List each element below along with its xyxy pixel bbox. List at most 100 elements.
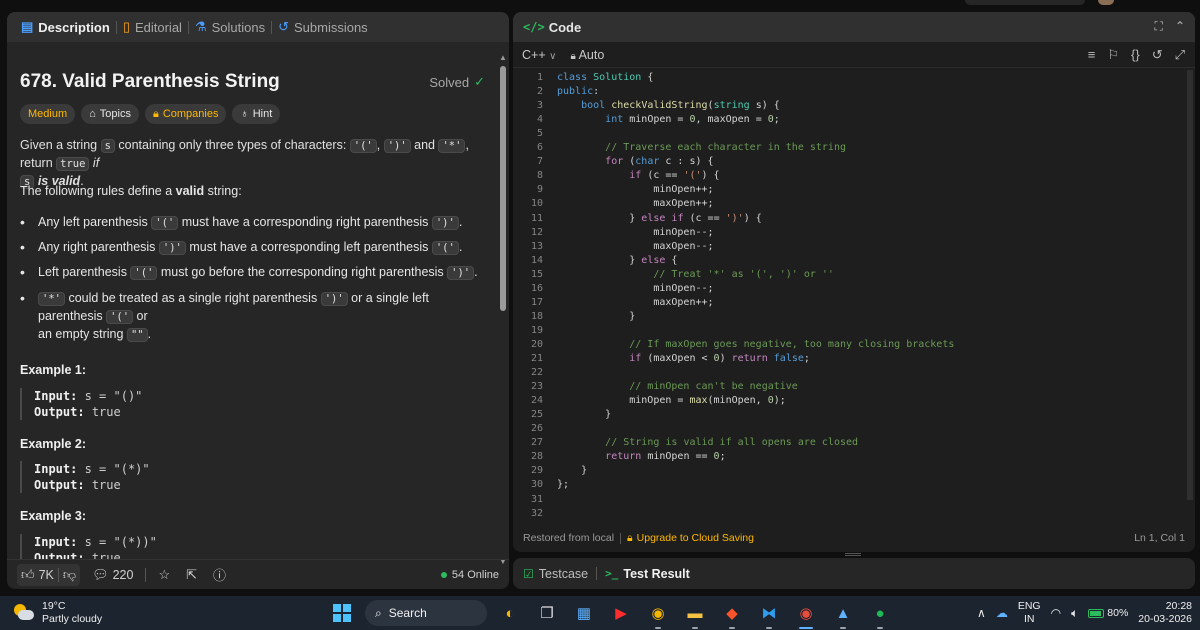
cursor-position: Ln 1, Col 1 — [1134, 532, 1185, 544]
chevron-down-icon: ∨ — [549, 50, 557, 62]
battery-indicator[interactable]: 80% — [1088, 607, 1128, 619]
code-line[interactable]: 14 } else { — [513, 254, 1173, 268]
code-line[interactable]: 10 maxOpen++; — [513, 197, 1173, 211]
task-view-app[interactable]: ❐ — [533, 599, 561, 627]
tab-test-result[interactable]: >_ Test Result — [605, 567, 690, 581]
scrollbar-thumb[interactable] — [500, 66, 506, 311]
code-line[interactable]: 27 // String is valid if all opens are c… — [513, 436, 1173, 450]
tab-description[interactable]: ▤ Description — [15, 12, 116, 42]
language-select[interactable]: C++ ∨ — [522, 48, 556, 62]
code-editor[interactable]: 1 class Solution {2 public: 3 bool checkVal… — [513, 70, 1183, 516]
code-line[interactable]: 21 if (maxOpen < 0) return false; — [513, 352, 1173, 366]
companies-chip[interactable]: 🔒︎ Companies — [144, 104, 227, 124]
format-icon[interactable]: ≡ — [1088, 47, 1096, 63]
code-line[interactable]: 16 minOpen--; — [513, 282, 1173, 296]
dislike-button[interactable]: 👎︎ — [59, 564, 80, 586]
hint-chip[interactable]: ♁ Hint — [232, 104, 281, 124]
chrome-app[interactable]: ◉ — [644, 599, 672, 629]
brave-app[interactable]: ◆ — [718, 599, 746, 629]
code-line[interactable]: 13 maxOpen--; — [513, 240, 1173, 254]
bookmark-icon[interactable]: ⚐ — [1107, 47, 1119, 63]
file-explorer-app[interactable]: ▬ — [681, 599, 709, 629]
scrollbar-thumb[interactable] — [1187, 70, 1193, 500]
code-line[interactable]: 4 int minOpen = 0, maxOpen = 0; — [513, 113, 1173, 127]
topics-chip[interactable]: ⌂ Topics — [81, 104, 139, 124]
youtube-app[interactable]: ▶ — [607, 599, 635, 627]
chrome-profile-app[interactable]: ◉ — [792, 599, 820, 629]
code-line[interactable]: 5 — [513, 127, 1173, 141]
weather-widget[interactable]: 19°C Partly cloudy — [12, 600, 102, 626]
code-line[interactable]: 19 — [513, 324, 1173, 338]
text: valid — [175, 184, 205, 198]
code-line[interactable]: 32 — [513, 507, 1173, 516]
avatar[interactable] — [1098, 0, 1114, 5]
collapse-chevron-icon[interactable]: ⌃ — [1175, 19, 1185, 34]
code-line[interactable]: 8 if (c == '(') { — [513, 169, 1173, 183]
code-line[interactable]: 12 minOpen--; — [513, 226, 1173, 240]
inline-code: '(' — [106, 310, 134, 324]
autocomplete-toggle[interactable]: 🔒︎ Auto — [570, 48, 604, 62]
upgrade-link[interactable]: 🔒︎ Upgrade to Cloud Saving — [627, 532, 754, 545]
code-line[interactable]: 26 — [513, 422, 1173, 436]
description-scrollbar[interactable]: ▲ ▼ — [499, 54, 507, 566]
vscode-app[interactable]: ⧓ — [755, 599, 783, 629]
autosave-label: Auto — [578, 47, 605, 62]
clock[interactable]: 20:28 20-03-2026 — [1138, 600, 1192, 626]
font-app[interactable]: ▲ — [829, 599, 857, 629]
text: Input: — [34, 389, 78, 403]
reset-icon[interactable]: ↺ — [1152, 47, 1163, 63]
widgets-app[interactable]: ◐ — [496, 599, 524, 627]
spotify-app[interactable]: ● — [866, 599, 894, 629]
code-line[interactable]: 29 } — [513, 464, 1173, 478]
code-line[interactable]: 15 // Treat '*' as '(', ')' or '' — [513, 268, 1173, 282]
comments-button[interactable]: 💬︎ 220 — [88, 564, 137, 586]
code-line[interactable]: 1 class Solution { — [513, 71, 1173, 85]
maximize-icon[interactable]: ⛶ — [1155, 19, 1163, 34]
fullscreen-icon[interactable]: ⤢ — [1175, 47, 1185, 63]
favorite-button[interactable]: ☆ — [154, 564, 174, 586]
code-line[interactable]: 20 // If maxOpen goes negative, too many… — [513, 338, 1173, 352]
editor-scrollbar[interactable] — [1185, 70, 1193, 516]
code-line[interactable]: 18 } — [513, 310, 1173, 324]
code-line[interactable]: 28 return minOpen == 0; — [513, 450, 1173, 464]
example-box: Input: s = "(*)" Output: true — [20, 461, 482, 493]
code-line[interactable]: 3 bool checkValidString(string s) { — [513, 99, 1173, 113]
cloud-sync-icon[interactable]: ☁ — [996, 606, 1008, 620]
code-line[interactable]: 24 minOpen = max(minOpen, 0); — [513, 394, 1173, 408]
tab-submissions[interactable]: ↺ Submissions — [272, 12, 374, 42]
scroll-up-arrow-icon[interactable]: ▲ — [499, 54, 507, 62]
code-line[interactable]: 23 // minOpen can't be negative — [513, 380, 1173, 394]
tab-testcase[interactable]: ☑ Testcase — [523, 567, 588, 581]
language-indicator[interactable]: ENG IN — [1018, 600, 1041, 626]
code-line[interactable]: 7 for (char c : s) { — [513, 155, 1173, 169]
tab-editorial[interactable]: ▯ Editorial — [117, 12, 188, 42]
chevron-up-icon[interactable]: ∧ — [977, 606, 986, 620]
problem-title[interactable]: 678. Valid Parenthesis String — [20, 71, 280, 93]
example-heading: Example 2: — [20, 437, 87, 451]
rule-text: Any right parenthesis ')' must have a co… — [38, 239, 462, 257]
code-line[interactable]: 11 } else if (c == ')') { — [513, 212, 1173, 226]
code-line[interactable]: 22 — [513, 366, 1173, 380]
braces-icon[interactable]: {} — [1131, 47, 1140, 63]
tab-solutions[interactable]: ⚗ Solutions — [189, 12, 271, 42]
code-line[interactable]: 30}; — [513, 478, 1173, 492]
photos-app[interactable]: ▦ — [570, 599, 598, 627]
code-line[interactable]: 25 } — [513, 408, 1173, 422]
code-line[interactable]: 17 maxOpen++; — [513, 296, 1173, 310]
help-button[interactable]: ⓘ — [209, 564, 230, 586]
code-line[interactable]: 6 // Traverse each character in the stri… — [513, 141, 1173, 155]
wifi-icon[interactable]: ◠ — [1051, 606, 1061, 620]
panel-resize-handle[interactable] — [845, 553, 861, 556]
code-line[interactable]: 9 minOpen++; — [513, 183, 1173, 197]
text: s = "()" — [84, 389, 143, 403]
text: true — [91, 478, 121, 492]
code-line[interactable]: 2 public: — [513, 85, 1173, 99]
start-button[interactable] — [328, 599, 356, 627]
share-button[interactable]: ⇱ — [182, 564, 201, 586]
taskbar-search[interactable]: ⌕ Search — [365, 600, 487, 626]
code-line[interactable]: 31 — [513, 493, 1173, 507]
volume-icon[interactable]: 🔈︎ — [1071, 606, 1078, 621]
lock-icon: 🔒︎ — [627, 531, 633, 544]
like-button[interactable]: 👍︎ 7K — [17, 564, 58, 586]
task-view-icon: ❐ — [540, 605, 554, 622]
